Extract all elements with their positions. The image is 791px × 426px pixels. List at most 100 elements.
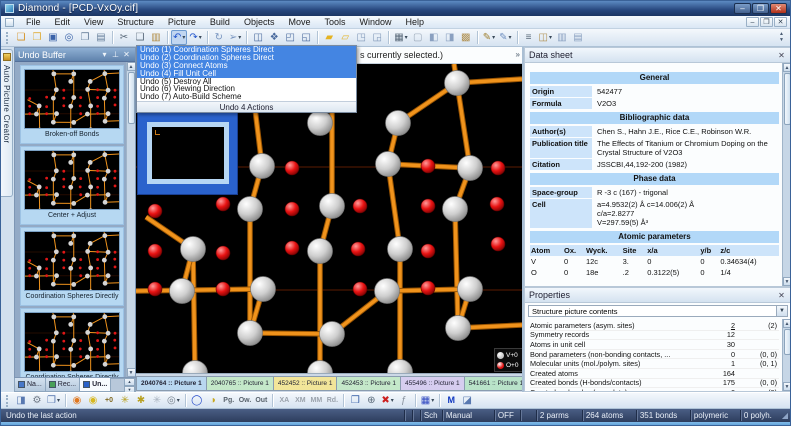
undo-menu-item-6[interactable]: Undo (6) Viewing Direction: [137, 85, 356, 93]
maximize-view-icon[interactable]: ◱: [298, 30, 314, 45]
print-icon[interactable]: ▤: [93, 30, 109, 45]
menu-file[interactable]: File: [19, 16, 48, 28]
ring-blue-icon[interactable]: ◯: [189, 393, 205, 408]
scroll-down-icon[interactable]: ▼: [783, 277, 791, 286]
connect-atoms-icon[interactable]: ✳: [117, 393, 133, 408]
chevron-down-icon[interactable]: ▾: [177, 397, 180, 404]
coordination-spheres-icon[interactable]: ◎▾: [165, 393, 182, 408]
tile-windows-icon[interactable]: ◰: [282, 30, 298, 45]
gallery-icon[interactable]: ▥: [554, 30, 570, 45]
panel-close-icon[interactable]: ✕: [121, 50, 132, 59]
ring-fill-icon[interactable]: ◑: [205, 393, 221, 408]
undo-thumbnail-item[interactable]: Coordination Spheres Directly: [20, 308, 124, 377]
chevron-down-icon[interactable]: ▾: [492, 34, 495, 41]
open-folder-icon[interactable]: ❒: [29, 30, 45, 45]
destroy-icon[interactable]: ✖▾: [379, 393, 395, 408]
slideshow-icon[interactable]: ▤: [570, 30, 586, 45]
table-view-icon[interactable]: ▦▾: [392, 30, 409, 45]
undo-thumbnail-item[interactable]: Broken-off Bonds: [20, 65, 124, 144]
edit-picture-icon[interactable]: ✎▾: [481, 30, 497, 45]
ow-button[interactable]: Ow.: [237, 393, 254, 408]
new-file-icon[interactable]: ❏: [13, 30, 29, 45]
angle-icon[interactable]: ƒ: [396, 393, 412, 408]
molecule-pale-icon[interactable]: ✳: [149, 393, 165, 408]
save-icon[interactable]: ▣: [45, 30, 61, 45]
out-button[interactable]: Out: [253, 393, 269, 408]
tab-auto-picture-creator[interactable]: Auto Picture Creator: [1, 49, 13, 197]
layout-grid-icon[interactable]: ◲: [369, 30, 385, 45]
menu-tools[interactable]: Tools: [317, 16, 352, 28]
properties-close-icon[interactable]: ✕: [776, 291, 787, 300]
unit-cell-icon[interactable]: ❒: [347, 393, 363, 408]
new-window-icon[interactable]: ◫: [250, 30, 266, 45]
chevron-down-icon[interactable]: ▾: [549, 34, 552, 41]
data-sheet-close-icon[interactable]: ✕: [776, 51, 787, 60]
properties-scrollbar[interactable]: ▲ ▼: [782, 319, 791, 391]
color-grid-icon[interactable]: ▦▾: [419, 393, 436, 408]
undo-menu-item-1[interactable]: Undo (1) Coordination Spheres Direct: [137, 46, 356, 54]
menu-structure[interactable]: Structure: [110, 16, 161, 28]
xm-button[interactable]: XM: [292, 393, 308, 408]
chevron-down-icon[interactable]: ▾: [391, 397, 394, 404]
toolbar-grip[interactable]: [6, 395, 10, 407]
refresh-icon[interactable]: ↻: [211, 30, 227, 45]
tools-icon[interactable]: ⚙: [29, 393, 45, 408]
undo-menu-item-3[interactable]: Undo (3) Connect Atoms: [137, 62, 356, 70]
data-sheet-scrollbar[interactable]: ▲ ▼: [782, 63, 791, 286]
chevron-down-icon[interactable]: ▾: [238, 34, 241, 41]
xa-button[interactable]: XA: [276, 393, 292, 408]
measure-m-button[interactable]: M: [443, 393, 459, 408]
scrollbar-thumb[interactable]: [128, 72, 135, 124]
menu-objects[interactable]: Objects: [237, 16, 282, 28]
picture-tab[interactable]: 2040764 :: Picture 1: [136, 376, 207, 391]
undo-icon[interactable]: ↶▾: [171, 30, 187, 45]
add-atoms-icon[interactable]: ◉: [85, 393, 101, 408]
child-close-button[interactable]: ✕: [774, 17, 787, 27]
undo-menu-item-4[interactable]: Undo (4) Fill Unit Cell: [137, 70, 356, 78]
picture-mode-icon[interactable]: ◨: [13, 393, 29, 408]
picture-tab[interactable]: 455496 :: Picture 1: [401, 376, 465, 391]
chevron-down-icon[interactable]: ▾: [405, 34, 408, 41]
scroll-down-icon[interactable]: ▼: [127, 368, 136, 377]
chevron-down-icon[interactable]: ▾: [431, 397, 434, 404]
dock-tab-rec[interactable]: Rec...: [46, 378, 80, 391]
photo-icon[interactable]: ▩: [458, 30, 474, 45]
scroll-up-icon[interactable]: ▲: [783, 319, 791, 328]
picture-tab[interactable]: 452452 :: Picture 1: [274, 376, 338, 391]
undo-menu-item-2[interactable]: Undo (2) Coordination Spheres Direct: [137, 54, 356, 62]
molecule-set-icon[interactable]: ✱: [133, 393, 149, 408]
picture-frame-icon[interactable]: ◧: [426, 30, 442, 45]
picture-tab[interactable]: 2040765 :: Picture 1: [207, 376, 274, 391]
chevron-down-icon[interactable]: ▾: [182, 34, 185, 41]
toolbar-grip[interactable]: [6, 32, 10, 44]
scroll-up-icon[interactable]: ▲: [783, 63, 791, 72]
chevron-down-icon[interactable]: ▼: [776, 306, 787, 316]
toolbar-overflow-control[interactable]: ▲▼: [775, 31, 788, 45]
redo-icon[interactable]: ↷▾: [187, 30, 203, 45]
folder-structures-icon[interactable]: ▰: [321, 30, 337, 45]
panel-menu-icon[interactable]: ▾: [99, 50, 110, 59]
folder-pictures-icon[interactable]: ▱: [337, 30, 353, 45]
picture-tab[interactable]: 541661 :: Picture 1: [465, 376, 529, 391]
menu-edit[interactable]: Edit: [48, 16, 78, 28]
menu-help[interactable]: Help: [399, 16, 432, 28]
undo-menu-item-7[interactable]: Undo (7) Auto-Build Scheme: [137, 93, 356, 101]
mm-button[interactable]: MM: [308, 393, 324, 408]
find-icon[interactable]: ◎: [61, 30, 77, 45]
menu-view[interactable]: View: [77, 16, 110, 28]
pin-icon[interactable]: ⊥: [110, 50, 121, 59]
chevron-down-icon[interactable]: ▾: [199, 34, 202, 41]
child-restore-button[interactable]: ❐: [760, 17, 773, 27]
center-crosshair-icon[interactable]: ⊕: [363, 393, 379, 408]
chevron-right-icon[interactable]: »: [516, 50, 520, 59]
resize-grip[interactable]: ◢: [782, 411, 790, 420]
dock-tab-un[interactable]: Un...: [80, 378, 111, 391]
properties-selector[interactable]: Structure picture contents ▼: [528, 305, 788, 317]
scroll-down-icon[interactable]: ▼: [783, 382, 791, 391]
menu-picture[interactable]: Picture: [161, 16, 203, 28]
chevron-down-icon[interactable]: ▾: [508, 34, 511, 41]
scrollbar-thumb[interactable]: [784, 329, 791, 355]
scrollbar-thumb[interactable]: [784, 73, 791, 125]
cut-icon[interactable]: ✂: [116, 30, 132, 45]
picture-tab[interactable]: 452453 :: Picture 1: [337, 376, 401, 391]
